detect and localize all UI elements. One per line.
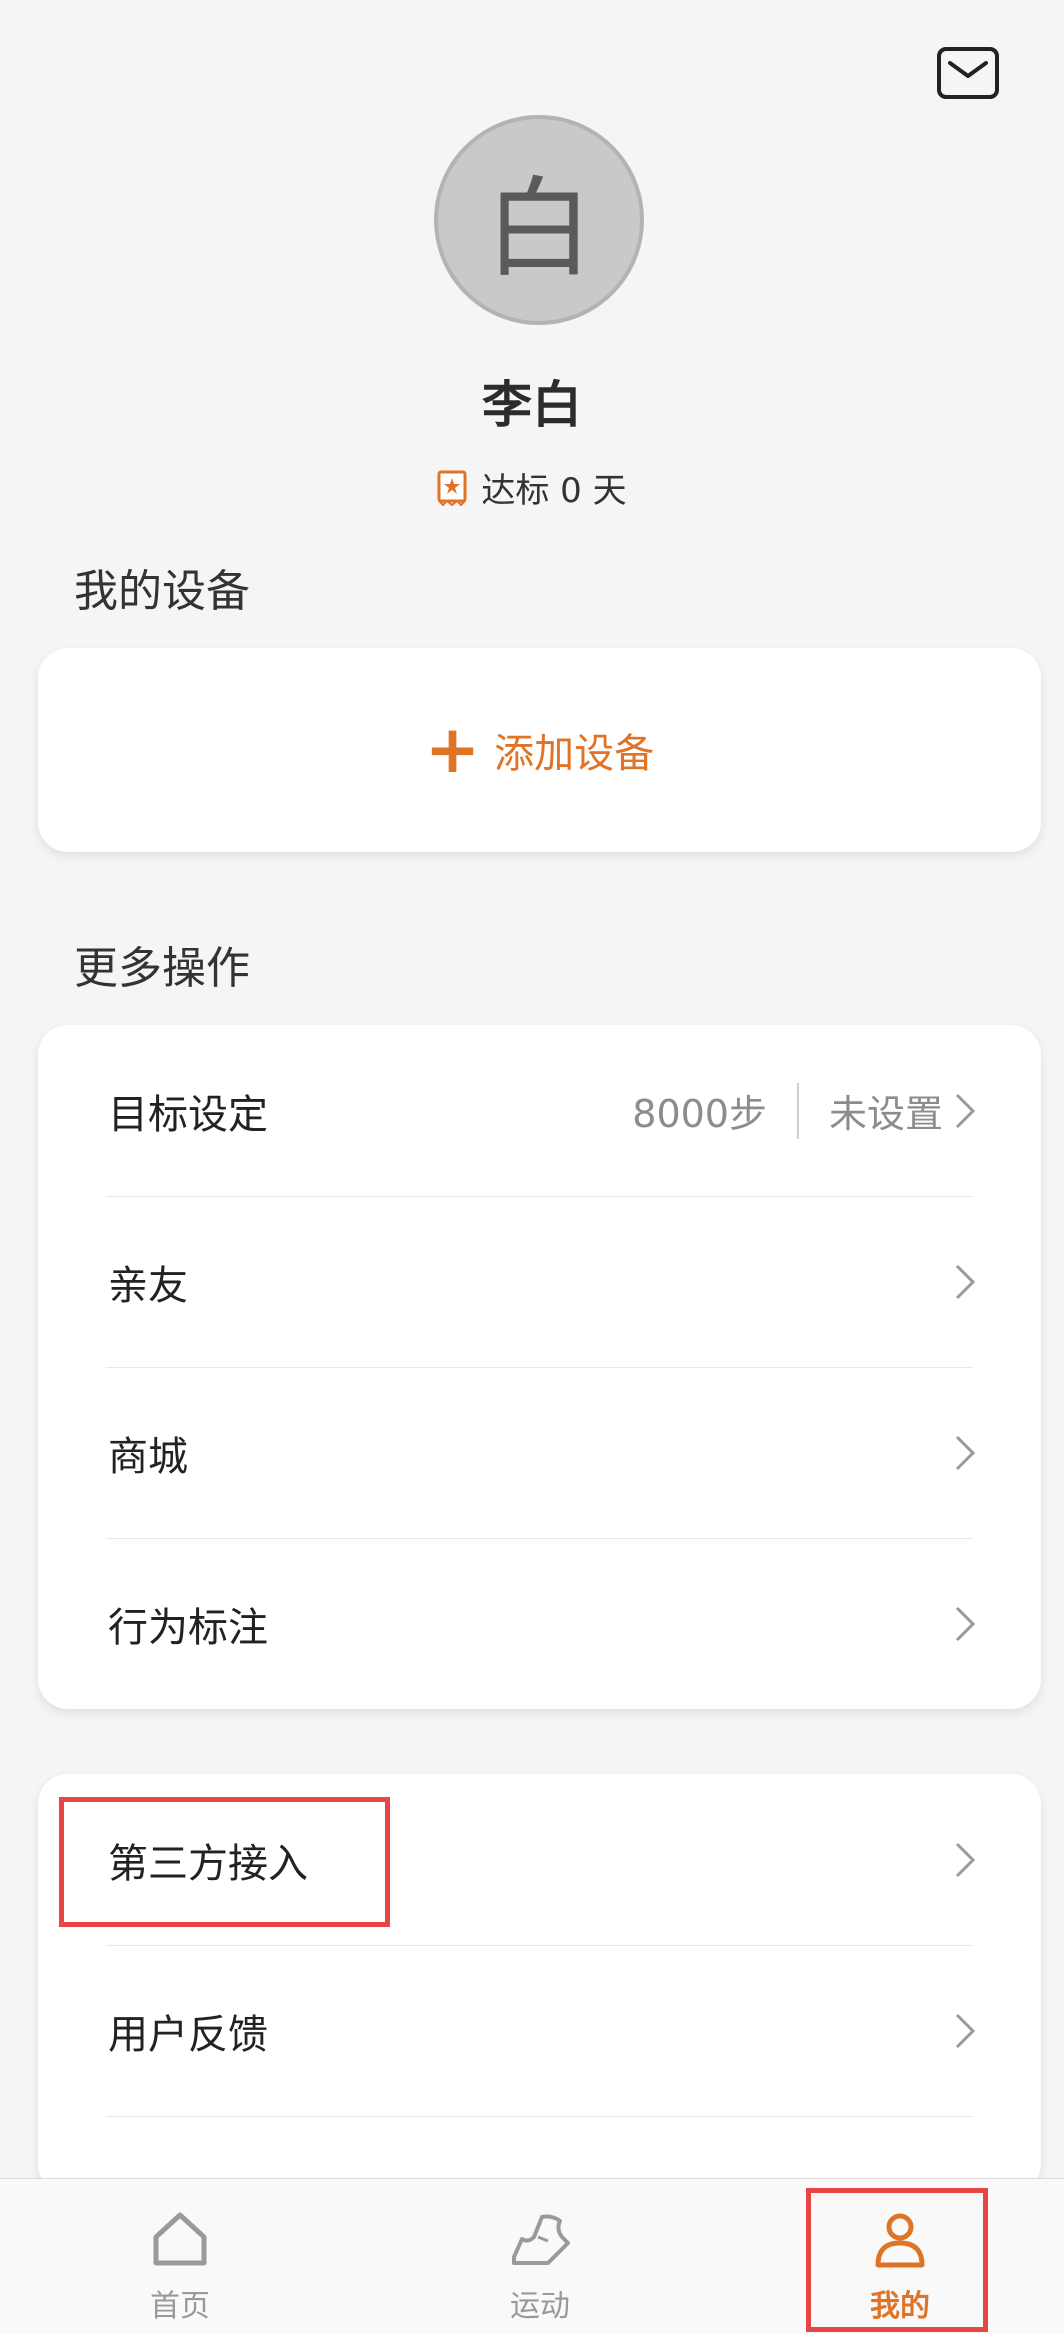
more-actions-card: 目标设定 8000步 未设置 亲友 商城 行为标注: [38, 1025, 1041, 1709]
bottom-tab-bar: 首页 运动 我的: [0, 2178, 1064, 2334]
divider: [796, 1082, 799, 1139]
mall-label: 商城: [108, 1433, 188, 1480]
goal-status-value: 未设置: [828, 1092, 943, 1136]
chevron-right-icon: [955, 1606, 976, 1641]
tab-mine[interactable]: 我的: [800, 2179, 1000, 2334]
list-item-third-party[interactable]: 第三方接入: [38, 1774, 1041, 1945]
chevron-right-icon: [955, 1435, 976, 1470]
behavior-annotation-label: 行为标注: [108, 1604, 268, 1651]
chevron-right-icon: [955, 1842, 976, 1877]
shoe-icon: [512, 2214, 570, 2265]
add-device-button[interactable]: + 添加设备: [38, 648, 1041, 852]
add-device-card[interactable]: + 添加设备: [38, 648, 1041, 852]
chevron-right-icon: [955, 1093, 976, 1128]
user-name: 李白: [482, 376, 582, 434]
achievement-info: 达标 0 天: [0, 463, 1064, 512]
tab-sport[interactable]: 运动: [440, 2179, 640, 2334]
list-item-goal-setting[interactable]: 目标设定 8000步 未设置: [38, 1025, 1041, 1196]
third-party-label: 第三方接入: [108, 1840, 308, 1887]
tab-home[interactable]: 首页: [80, 2179, 280, 2334]
list-item-friends[interactable]: 亲友: [38, 1196, 1041, 1367]
feedback-label: 用户反馈: [108, 2011, 268, 2058]
chevron-right-icon: [955, 1264, 976, 1299]
extra-actions-card: 第三方接入 用户反馈: [38, 1774, 1041, 2194]
home-icon: [153, 2212, 207, 2266]
more-section-title: 更多操作: [74, 943, 250, 994]
add-device-label: 添加设备: [494, 731, 655, 777]
tab-sport-label: 运动: [510, 2289, 570, 2324]
achievement-text: 达标 0 天: [481, 471, 627, 511]
tab-mine-label: 我的: [870, 2289, 930, 2324]
profile-page: 白 李白 达标 0 天 我的设备 + 添加设备 更多操作 目标设定 8000步 …: [0, 0, 1064, 2334]
friends-label: 亲友: [108, 1262, 188, 1309]
person-icon: [875, 2213, 925, 2268]
goal-steps-value: 8000步: [632, 1092, 767, 1136]
list-item-mall[interactable]: 商城: [38, 1367, 1041, 1538]
plus-icon: +: [424, 711, 481, 788]
list-item-behavior-annotation[interactable]: 行为标注: [38, 1538, 1041, 1709]
mail-icon[interactable]: [936, 46, 1000, 100]
star-badge-icon: [437, 470, 467, 506]
avatar[interactable]: 白: [434, 115, 644, 325]
devices-section-title: 我的设备: [74, 566, 250, 617]
goal-setting-label: 目标设定: [108, 1091, 268, 1138]
chevron-right-icon: [955, 2013, 976, 2048]
tab-home-label: 首页: [150, 2289, 210, 2324]
list-item-feedback[interactable]: 用户反馈: [38, 1945, 1041, 2116]
